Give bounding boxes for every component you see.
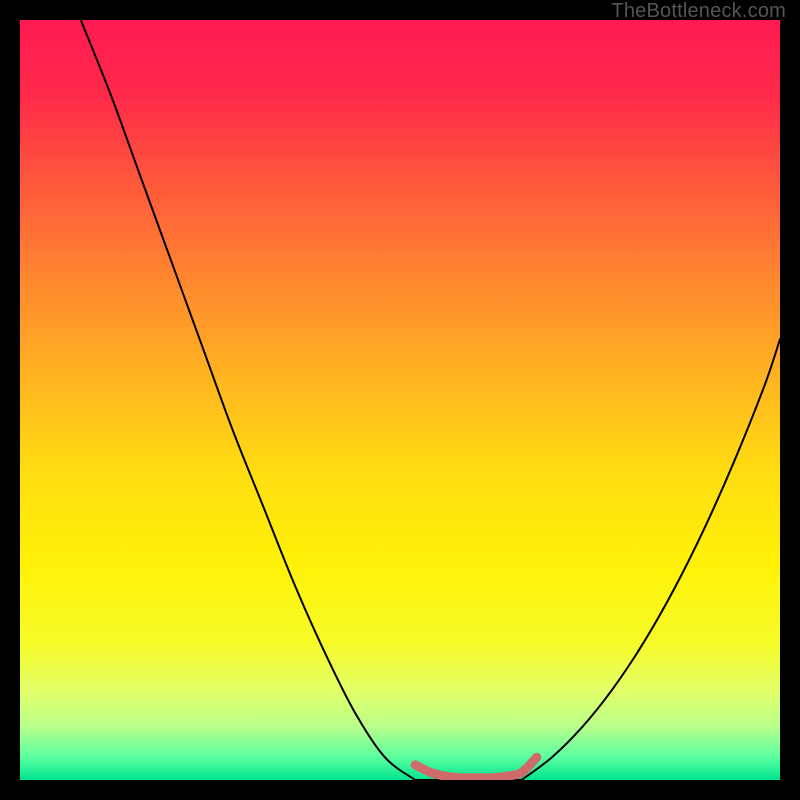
highlight-marker — [415, 757, 537, 778]
chart-stage: TheBottleneck.com — [0, 0, 800, 800]
curve-layer — [20, 20, 780, 780]
watermark-text: TheBottleneck.com — [611, 0, 786, 23]
curve-right-branch — [522, 339, 780, 780]
plot-area — [20, 20, 780, 780]
curve-left-branch — [81, 20, 415, 780]
